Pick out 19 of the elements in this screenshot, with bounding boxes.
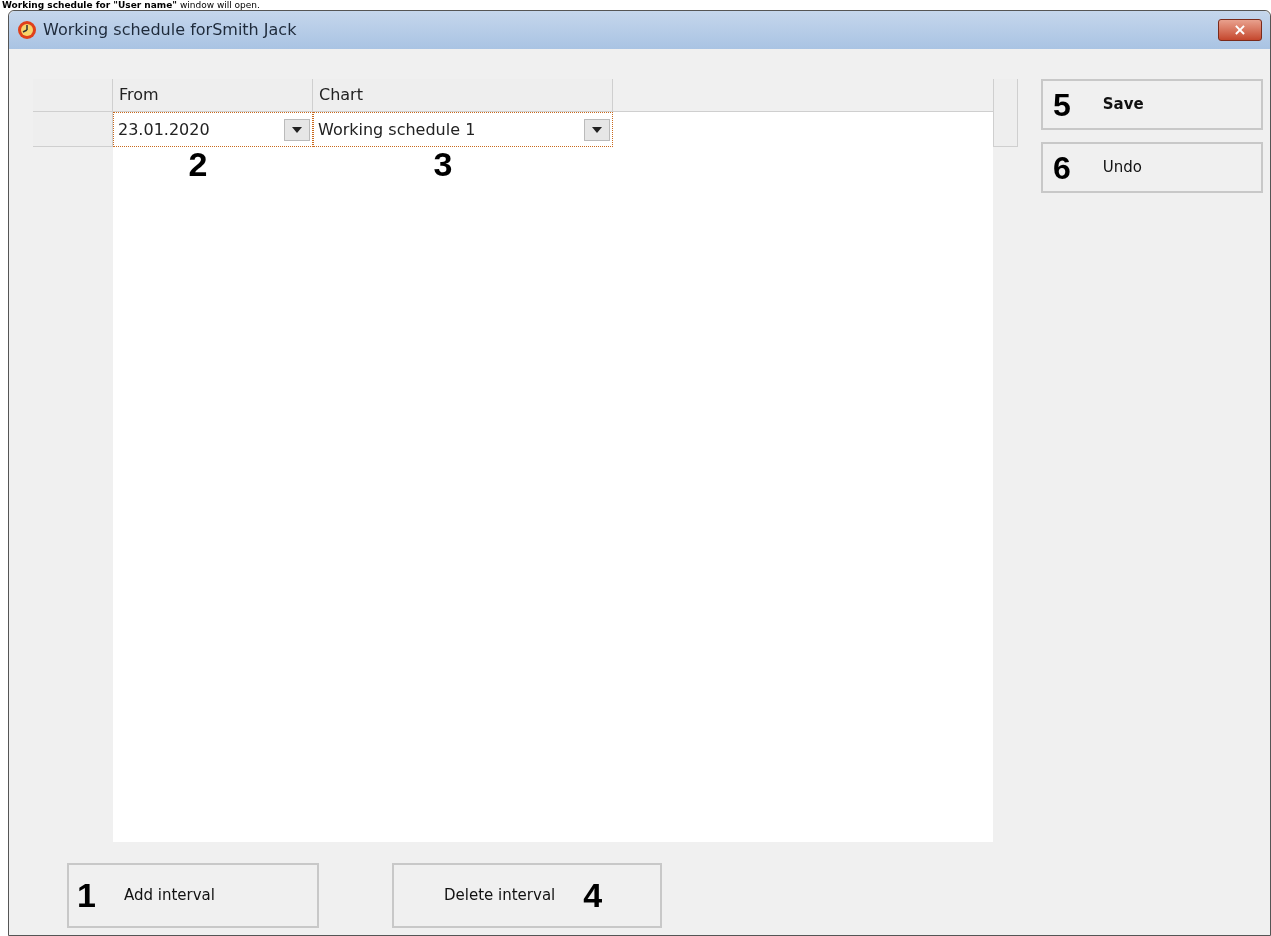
row-header-cell[interactable] [33, 112, 113, 147]
callout-number: 1 [77, 875, 96, 916]
dropdown-cell[interactable]: Working schedule 1 [313, 112, 613, 147]
clock-icon [17, 20, 37, 40]
action-button[interactable]: Delete interval 4 [392, 863, 662, 928]
callout-number: 2 [188, 147, 208, 181]
side-button[interactable]: 5 Save [1041, 79, 1263, 130]
side-button[interactable]: 6 Undo [1041, 142, 1263, 193]
column-header[interactable]: From [113, 79, 313, 112]
callout-number: 4 [583, 875, 603, 916]
callout-number: 6 [1053, 148, 1071, 188]
column-header[interactable]: Chart [313, 79, 613, 112]
action-button[interactable]: 1 Add interval [67, 863, 319, 928]
callout-number: 3 [433, 147, 453, 181]
dropdown-cell[interactable]: 23.01.2020 [113, 112, 313, 147]
caption-text: Working schedule for "User name" window will open. [1, 0, 261, 10]
callout-number: 5 [1053, 85, 1071, 125]
window-title: Working schedule forSmith Jack [43, 19, 297, 41]
row-end-cell [993, 112, 1018, 147]
